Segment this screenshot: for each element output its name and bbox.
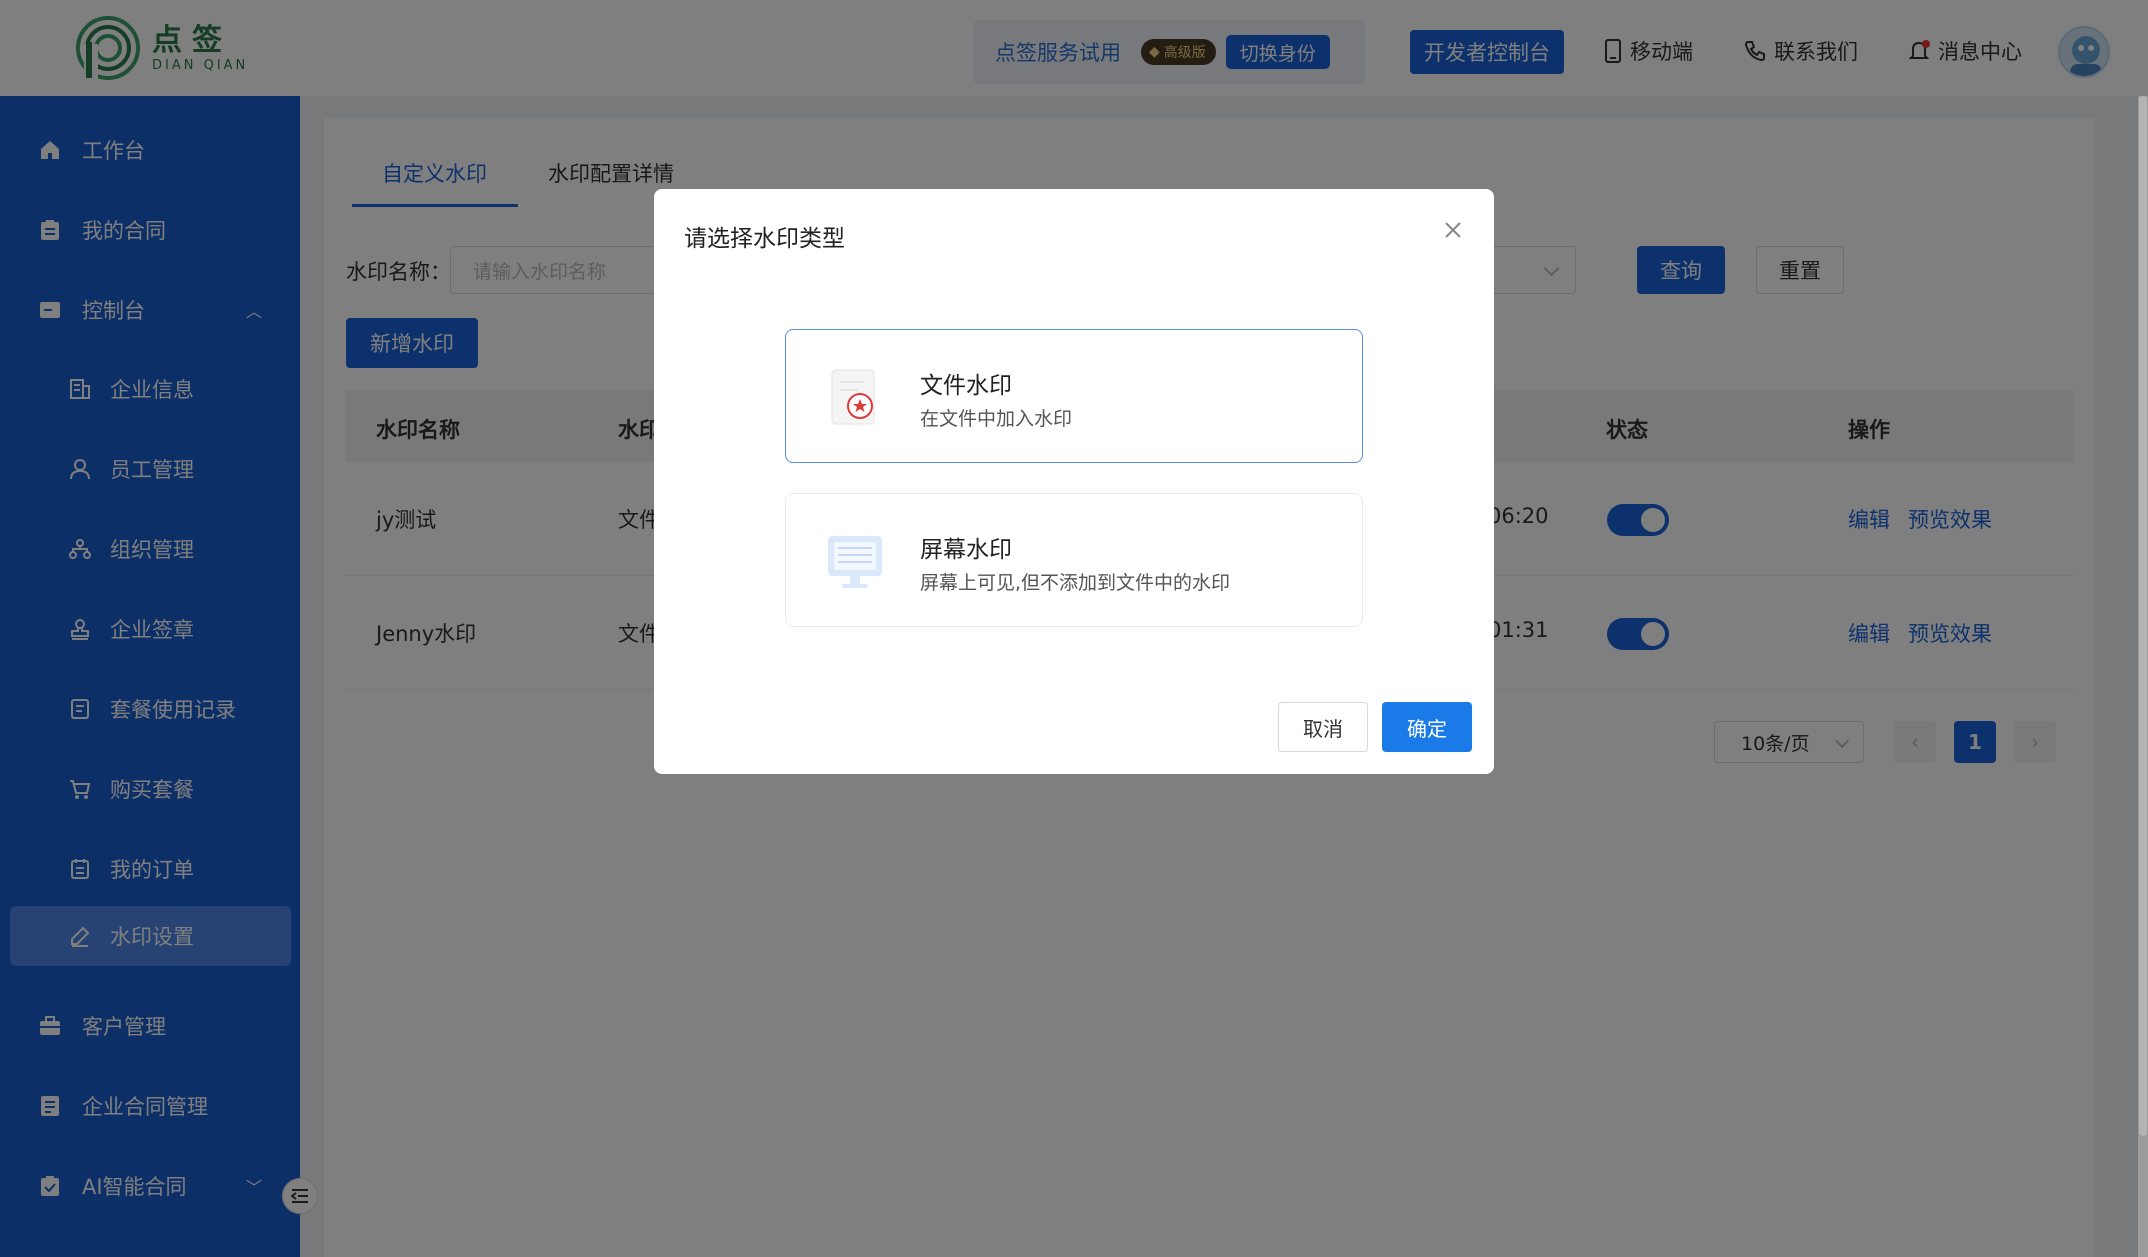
dialog-title: 请选择水印类型 bbox=[684, 226, 845, 252]
option-description: 屏幕上可见,但不添加到文件中的水印 bbox=[920, 572, 1231, 594]
option-description: 在文件中加入水印 bbox=[920, 408, 1073, 430]
close-icon[interactable] bbox=[1442, 219, 1464, 241]
option-screen-watermark[interactable]: 屏幕水印 屏幕上可见,但不添加到文件中的水印 bbox=[785, 493, 1363, 627]
monitor-icon bbox=[824, 528, 886, 594]
watermark-type-dialog: 请选择水印类型 文件水印 在文件中加入水印 屏幕水印 屏幕上可见,但不添加到文件… bbox=[654, 189, 1494, 774]
page-scrollbar[interactable] bbox=[2138, 96, 2148, 1257]
cancel-button[interactable]: 取消 bbox=[1278, 702, 1368, 752]
document-seal-icon bbox=[824, 364, 886, 430]
option-title: 屏幕水印 bbox=[920, 537, 1012, 563]
option-file-watermark[interactable]: 文件水印 在文件中加入水印 bbox=[785, 329, 1363, 463]
scrollbar-thumb[interactable] bbox=[2139, 96, 2147, 1136]
option-title: 文件水印 bbox=[920, 373, 1012, 399]
confirm-button[interactable]: 确定 bbox=[1382, 702, 1472, 752]
